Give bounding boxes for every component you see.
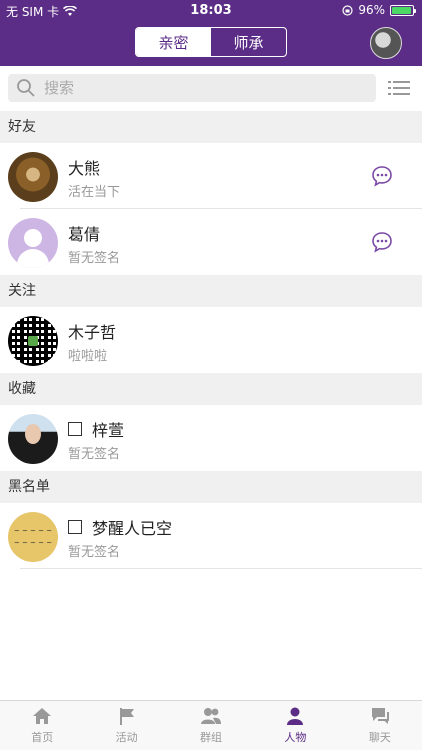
list-item[interactable]: 梓萱 暂无签名 — [0, 405, 422, 471]
search-input[interactable] — [44, 79, 344, 97]
avatar: ~ ~ ~ ~ ~ ~ ~ ~ ~ ~ — [8, 512, 58, 562]
avatar — [8, 414, 58, 464]
avatar-face-shape — [25, 424, 41, 444]
segment-mentorship[interactable]: 师承 — [211, 28, 286, 56]
tab-groups[interactable]: 群组 — [169, 701, 253, 750]
contact-name: 木子哲 — [68, 323, 117, 342]
avatar-handwriting-line: ~ ~ ~ ~ ~ — [13, 527, 53, 535]
list-item[interactable]: 大熊 活在当下 — [0, 143, 422, 209]
avatar-head-shape — [24, 229, 42, 247]
tab-label: 聊天 — [368, 731, 391, 744]
group-icon — [201, 708, 222, 724]
contact-signature: 活在当下 — [68, 185, 121, 200]
section-header-following: 关注 — [0, 275, 422, 307]
search-box[interactable] — [8, 74, 376, 102]
flag-icon — [119, 708, 134, 725]
segmented-control: 亲密 师承 — [135, 27, 287, 57]
contact-name-row: 梦醒人已空 — [68, 515, 172, 539]
section-header-blacklist: 黑名单 — [0, 471, 422, 503]
contact-signature: 暂无签名 — [68, 251, 121, 266]
avatar — [8, 218, 58, 268]
segment-intimate[interactable]: 亲密 — [136, 28, 211, 56]
list-item[interactable]: 木子哲 啦啦啦 — [0, 307, 422, 373]
select-checkbox[interactable] — [68, 422, 82, 436]
chat-bubble-icon[interactable] — [371, 231, 393, 253]
chat-icon — [371, 708, 389, 724]
tab-label: 首页 — [31, 731, 54, 744]
tab-label: 人物 — [284, 731, 307, 744]
status-bar: 无 SIM 卡 18:03 96% — [0, 0, 422, 22]
tab-label: 活动 — [115, 731, 138, 744]
select-checkbox[interactable] — [68, 520, 82, 534]
top-bar: 无 SIM 卡 18:03 96% 亲密 师承 — [0, 0, 422, 66]
qr-center-dot — [28, 336, 38, 346]
profile-avatar[interactable] — [370, 27, 402, 59]
person-icon — [287, 707, 304, 725]
contact-signature: 暂无签名 — [68, 447, 121, 462]
tab-label: 群组 — [200, 731, 223, 744]
contact-signature: 暂无签名 — [68, 545, 121, 560]
list-item[interactable]: ~ ~ ~ ~ ~ ~ ~ ~ ~ ~ 梦醒人已空 暂无签名 — [0, 503, 422, 569]
search-bar — [0, 66, 422, 111]
list-icon[interactable] — [388, 80, 410, 96]
rotation-lock-icon — [342, 4, 353, 16]
contact-name: 梦醒人已空 — [92, 519, 173, 538]
battery-icon — [390, 4, 416, 16]
tab-bar: 首页 活动 群组 人物 聊天 — [0, 700, 422, 750]
list-item[interactable]: 葛倩 暂无签名 — [0, 209, 422, 275]
divider — [20, 568, 422, 569]
contact-name-row: 梓萱 — [68, 417, 124, 441]
tab-activity[interactable]: 活动 — [84, 701, 168, 750]
avatar — [8, 152, 58, 202]
battery-info: 96% — [342, 3, 416, 17]
avatar — [8, 316, 58, 366]
chat-bubble-icon[interactable] — [371, 165, 393, 187]
battery-level — [392, 6, 412, 14]
section-header-favorites: 收藏 — [0, 373, 422, 405]
avatar-body-shape — [17, 249, 49, 268]
contact-signature: 啦啦啦 — [68, 349, 108, 364]
search-icon — [17, 79, 35, 97]
section-header-friends: 好友 — [0, 111, 422, 143]
home-icon — [33, 708, 52, 724]
contact-name: 梓萱 — [92, 421, 125, 440]
contact-name: 大熊 — [68, 159, 101, 178]
tab-chat[interactable]: 聊天 — [338, 701, 422, 750]
avatar-handwriting-line: ~ ~ ~ ~ ~ — [13, 539, 53, 547]
battery-percent: 96% — [358, 3, 385, 17]
tab-people[interactable]: 人物 — [253, 701, 337, 750]
tab-home[interactable]: 首页 — [0, 701, 84, 750]
contact-name: 葛倩 — [68, 225, 101, 244]
